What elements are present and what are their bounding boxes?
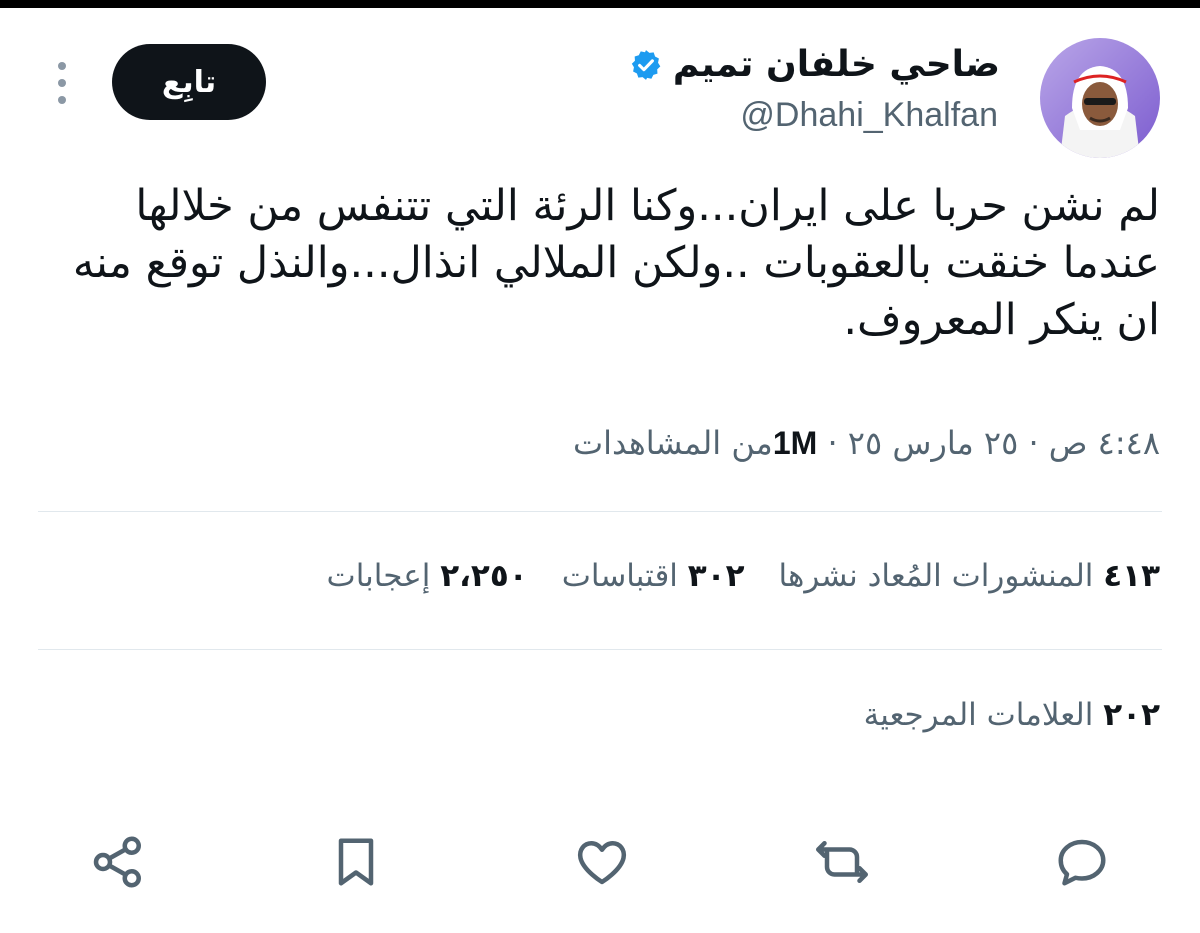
top-bar	[0, 0, 1200, 8]
reposts-label: المنشورات المُعاد نشرها	[778, 558, 1094, 594]
tweet-text: لم نشن حربا على ايران...وكنا الرئة التي …	[72, 181, 1160, 345]
views-label: من المشاهدات	[573, 424, 773, 462]
reposts-count: ٤١٣	[1103, 558, 1160, 594]
verified-badge-icon	[631, 49, 661, 80]
tweet-date[interactable]: ٢٥ مارس ٢٥	[848, 424, 1019, 462]
avatar[interactable]	[1040, 38, 1160, 158]
likes-stat[interactable]: ٢،٢٥٠ إعجابات	[327, 558, 528, 594]
tweet-meta: ٤:٤٨ ص · ٢٥ مارس ٢٥ · 1Mمن المشاهدات	[573, 424, 1160, 462]
bookmark-button[interactable]	[326, 832, 386, 892]
share-icon	[93, 836, 141, 888]
bookmarks-label: العلامات المرجعية	[863, 697, 1094, 733]
divider	[38, 649, 1162, 650]
repost-button[interactable]	[812, 832, 872, 892]
meta-separator: ·	[827, 424, 838, 462]
quotes-stat[interactable]: ٣٠٢ اقتباسات	[562, 558, 745, 594]
more-vertical-icon[interactable]	[54, 62, 70, 104]
author-name[interactable]: ضاحي خلفان تميم	[673, 44, 1000, 85]
like-button[interactable]	[572, 832, 632, 892]
follow-button[interactable]: تابِع	[112, 44, 266, 120]
bookmarks-stat[interactable]: ٢٠٢ العلامات المرجعية	[864, 697, 1160, 733]
likes-count: ٢،٢٥٠	[440, 558, 528, 594]
views-count: 1M	[772, 425, 818, 461]
repost-icon	[816, 841, 868, 883]
tweet-time[interactable]: ٤:٤٨ ص	[1049, 424, 1160, 462]
meta-separator: ·	[1028, 424, 1039, 462]
share-button[interactable]	[88, 832, 148, 892]
author-row: ضاحي خلفان تميم	[629, 44, 1000, 85]
bookmarks-count: ٢٠٢	[1103, 697, 1160, 733]
bookmark-icon	[338, 838, 374, 886]
reposts-stat[interactable]: ٤١٣ المنشورات المُعاد نشرها	[779, 558, 1160, 594]
reply-button[interactable]	[1052, 832, 1112, 892]
heart-icon	[577, 841, 627, 885]
likes-label: إعجابات	[326, 558, 431, 594]
reply-icon	[1058, 839, 1106, 886]
quotes-label: اقتباسات	[561, 558, 678, 594]
quotes-count: ٣٠٢	[687, 558, 745, 594]
engagement-stats: ٤١٣ المنشورات المُعاد نشرها ٣٠٢ اقتباسات…	[327, 558, 1160, 594]
divider	[38, 511, 1162, 512]
author-handle[interactable]: @Dhahi_Khalfan	[740, 96, 998, 135]
